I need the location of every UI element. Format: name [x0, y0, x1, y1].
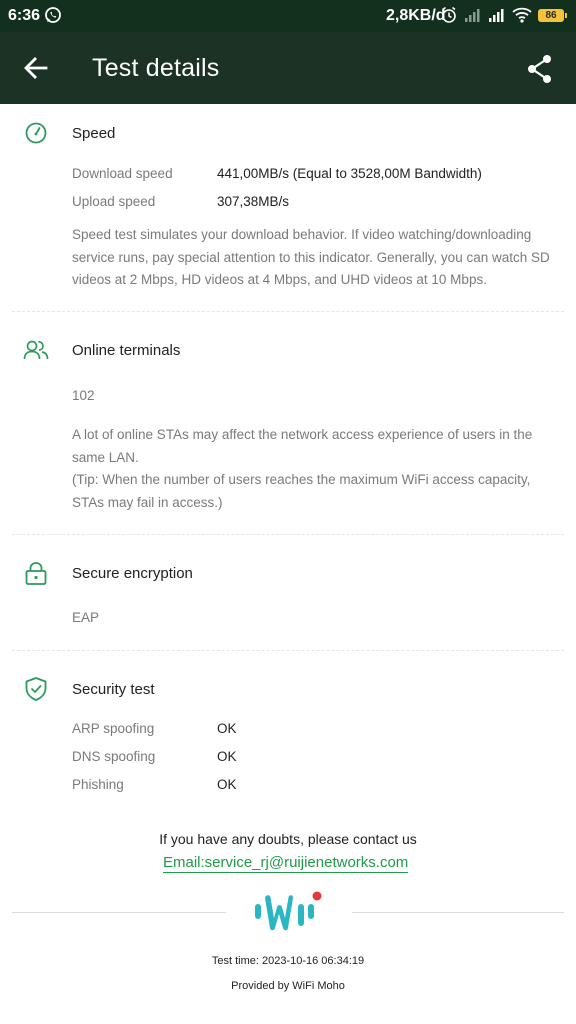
- wifi-moho-logo: [252, 890, 328, 940]
- signal-icon-1: [464, 8, 482, 27]
- battery-icon: 86: [538, 9, 567, 22]
- section-divider: [12, 311, 564, 312]
- security-test-title: Security test: [72, 681, 155, 698]
- signal-icon-2: [488, 8, 506, 27]
- phishing-label: Phishing: [72, 777, 124, 792]
- arp-spoofing-label: ARP spoofing: [72, 721, 155, 736]
- speed-description: Speed test simulates your download behav…: [72, 227, 550, 287]
- upload-speed-label: Upload speed: [72, 194, 156, 209]
- online-terminals-title: Online terminals: [72, 342, 181, 359]
- download-speed-label: Download speed: [72, 166, 173, 181]
- arrow-left-icon[interactable]: [22, 54, 50, 82]
- speedometer-icon: [24, 121, 50, 147]
- users-icon: [23, 338, 49, 364]
- phishing-value: OK: [217, 777, 237, 792]
- footer-line-left: [12, 912, 226, 913]
- upload-speed-value: 307,38MB/s: [217, 194, 290, 209]
- dns-spoofing-value: OK: [217, 749, 237, 764]
- page-title: Test details: [92, 54, 220, 82]
- download-speed-value: 441,00MB/s (Equal to 3528,00M Bandwidth): [217, 166, 482, 181]
- network-speed: 2,8KB/d: [386, 7, 446, 24]
- share-icon[interactable]: [526, 54, 554, 84]
- wifi-icon: [512, 7, 532, 28]
- speed-title: Speed: [72, 125, 116, 142]
- alarm-icon: [441, 6, 457, 29]
- status-bar: 6:36 2,8KB/d 86: [0, 0, 576, 32]
- app-header: Test details: [0, 32, 576, 104]
- terminals-description-line2: (Tip: When the number of users reaches t…: [72, 472, 531, 510]
- secure-encryption-title: Secure encryption: [72, 565, 193, 582]
- footer-line-right: [352, 912, 564, 913]
- section-divider: [12, 534, 564, 535]
- arp-spoofing-value: OK: [217, 721, 237, 736]
- shield-check-icon: [24, 676, 50, 702]
- status-time: 6:36: [8, 7, 41, 24]
- online-terminals-count: 102: [72, 388, 95, 403]
- section-divider: [12, 650, 564, 651]
- whatsapp-icon: [44, 6, 62, 29]
- contact-email-link[interactable]: Email:service_rj@ruijienetworks.com: [163, 854, 409, 873]
- lock-icon: [24, 561, 50, 587]
- contact-text: If you have any doubts, please contact u…: [159, 831, 417, 847]
- dns-spoofing-label: DNS spoofing: [72, 749, 156, 764]
- encryption-value: EAP: [72, 610, 100, 625]
- terminals-description-line1: A lot of online STAs may affect the netw…: [72, 427, 533, 465]
- test-time: Test time: 2023-10-16 06:34:19: [211, 955, 365, 967]
- screen: 6:36 2,8KB/d 86 Test details Speed Downl…: [0, 0, 576, 1024]
- provided-by: Provided by WiFi Moho: [231, 980, 345, 992]
- terminals-description: A lot of online STAs may affect the netw…: [72, 424, 552, 514]
